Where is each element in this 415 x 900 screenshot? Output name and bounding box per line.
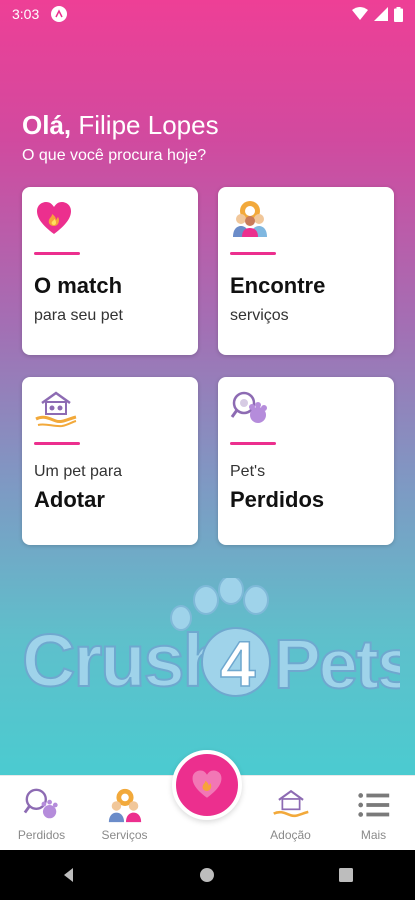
card-divider (34, 442, 80, 445)
magnifier-paw-icon (23, 788, 58, 818)
recents-icon[interactable] (338, 867, 354, 883)
services-card[interactable]: Encontre serviços (218, 187, 394, 355)
house-hand-icon (35, 391, 77, 428)
card-divider (34, 252, 80, 255)
nav-label: Serviços (101, 827, 148, 842)
people-gear-icon (233, 201, 267, 237)
card-subtitle: Um pet para (34, 463, 123, 480)
heart-fire-icon (192, 770, 222, 798)
magnifier-paw-icon (230, 391, 267, 423)
crush4pets-logo: Crush 4 Pets (21, 578, 400, 704)
status-time: 3:03 (12, 6, 40, 22)
card-title: Perdidos (230, 487, 325, 512)
people-gear-icon (108, 788, 141, 822)
nav-label: Perdidos (17, 827, 66, 842)
nav-lost[interactable]: Perdidos (0, 776, 83, 851)
card-divider (230, 442, 276, 445)
card-subtitle: Pet's (230, 463, 266, 480)
svg-text:4: 4 (220, 628, 256, 700)
greeting-question: O que você procura hoje? (22, 147, 207, 164)
greeting-hello: Olá, (22, 110, 72, 140)
app-notification-icon (51, 6, 68, 22)
status-icons (352, 6, 403, 22)
signal-icon (374, 7, 388, 21)
match-card[interactable]: O match para seu pet (22, 187, 198, 355)
nav-adoption[interactable]: Adoção (249, 776, 332, 851)
adopt-card[interactable]: Um pet para Adotar (22, 377, 198, 545)
system-navigation-bar (0, 850, 415, 900)
battery-icon (394, 6, 403, 22)
nav-label: Mais (360, 827, 387, 842)
greeting-title: Olá, Filipe Lopes (22, 110, 219, 141)
svg-text:Crush: Crush (22, 619, 226, 702)
card-title: Adotar (34, 487, 105, 512)
back-icon[interactable] (61, 867, 77, 883)
greeting: Olá, Filipe Lopes O que você procura hoj… (22, 110, 219, 165)
nav-more[interactable]: Mais (332, 776, 415, 851)
menu-list-icon (357, 792, 389, 817)
match-fab[interactable] (172, 750, 242, 820)
heart-fire-icon (37, 202, 71, 234)
home-icon[interactable] (199, 867, 215, 883)
nav-label: Adoção (270, 827, 311, 842)
lost-pets-card[interactable]: Pet's Perdidos (218, 377, 394, 545)
card-subtitle: serviços (230, 307, 289, 324)
card-title: Encontre (230, 273, 326, 298)
wifi-icon (352, 7, 368, 20)
card-subtitle: para seu pet (34, 307, 123, 324)
card-title: O match (34, 273, 123, 298)
home-screen: 3:03 Olá, Filipe Lopes O que você procur… (0, 0, 415, 775)
svg-text:Pets: Pets (274, 625, 400, 703)
user-name: Filipe Lopes (78, 110, 219, 140)
status-bar: 3:03 (0, 0, 415, 28)
card-divider (230, 252, 276, 255)
house-hand-icon (272, 789, 309, 817)
nav-services[interactable]: Serviços (83, 776, 166, 851)
